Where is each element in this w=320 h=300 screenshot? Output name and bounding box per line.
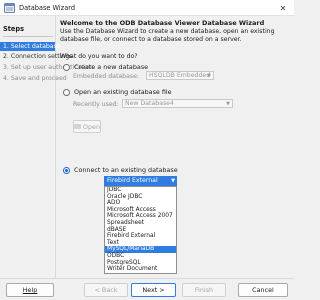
- back-button[interactable]: < Back: [84, 283, 128, 297]
- list-item[interactable]: Oracle JDBC: [105, 194, 176, 201]
- cancel-label: Cancel: [252, 286, 274, 294]
- list-item[interactable]: Writer Document: [105, 266, 176, 273]
- embedded-database-select[interactable]: HSQLDB Embedded ▼: [146, 71, 214, 80]
- radio-circle[interactable]: [63, 88, 70, 96]
- back-label: < Back: [94, 286, 118, 294]
- list-item[interactable]: Microsoft Access 2007: [105, 213, 176, 220]
- database-type-select[interactable]: Firebird External ▼: [104, 176, 177, 186]
- close-button[interactable]: ✕: [272, 0, 294, 16]
- database-type-dropdown-list: JDBC Oracle JDBC ADO Microsoft Access Mi…: [104, 186, 177, 274]
- help-button[interactable]: Help: [6, 283, 54, 297]
- recently-used-label: Recently used:: [73, 101, 119, 108]
- database-app-icon: [4, 3, 15, 13]
- list-item[interactable]: ODBC: [105, 253, 176, 260]
- list-item[interactable]: dBASE: [105, 227, 176, 234]
- close-icon: ✕: [279, 3, 287, 13]
- open-file-label: Open: [82, 122, 100, 131]
- list-item[interactable]: Spreadsheet: [105, 220, 176, 227]
- folder-icon: [74, 124, 81, 129]
- chevron-down-icon: ▼: [226, 101, 230, 107]
- finish-label: Finish: [194, 286, 214, 294]
- recently-used-value: New Database4: [125, 100, 174, 107]
- open-file-button[interactable]: Open: [73, 120, 101, 133]
- intro-text: Use the Database Wizard to create a new …: [60, 28, 275, 43]
- radio-open-existing[interactable]: Open an existing database file: [63, 88, 172, 96]
- list-item[interactable]: JDBC: [105, 187, 176, 194]
- button-bar: Help < Back Next > Finish Cancel: [0, 278, 294, 300]
- radio-connect-existing[interactable]: Connect to an existing database: [63, 166, 178, 174]
- chevron-down-icon: ▼: [207, 73, 211, 79]
- list-item[interactable]: ADO: [105, 200, 176, 207]
- list-item[interactable]: Firebird External: [105, 233, 176, 240]
- radio-create-new[interactable]: Create a new database: [63, 63, 148, 71]
- embedded-database-label: Embedded database:: [73, 73, 139, 80]
- question-label: What do you want to do?: [60, 53, 138, 60]
- help-label: Help: [22, 286, 38, 294]
- list-item[interactable]: Microsoft Access: [105, 207, 176, 214]
- radio-create-new-label: Create a new database: [74, 63, 149, 71]
- list-item[interactable]: PostgreSQL: [105, 260, 176, 267]
- list-item[interactable]: Text: [105, 240, 176, 247]
- radio-connect-existing-label: Connect to an existing database: [74, 166, 178, 174]
- embedded-database-value: HSQLDB Embedded: [149, 72, 211, 79]
- finish-button[interactable]: Finish: [182, 283, 226, 297]
- cancel-button[interactable]: Cancel: [238, 283, 288, 297]
- radio-open-existing-label: Open an existing database file: [74, 88, 172, 96]
- recently-used-select[interactable]: New Database4 ▼: [122, 99, 233, 108]
- steps-title: Steps: [3, 25, 25, 33]
- title-bar: Database Wizard ✕: [0, 0, 294, 16]
- next-label: Next >: [142, 286, 165, 294]
- radio-circle-selected[interactable]: [63, 166, 70, 174]
- database-type-value: Firebird External: [107, 177, 158, 184]
- steps-sidebar: Steps 1. Select database 2. Connection s…: [0, 16, 93, 278]
- wizard-content: Welcome to the ODB Database Viewer Datab…: [60, 16, 294, 278]
- window-title: Database Wizard: [19, 4, 76, 12]
- radio-circle[interactable]: [63, 63, 70, 71]
- step-select-database[interactable]: 1. Select database: [0, 42, 61, 51]
- page-title: Welcome to the ODB Database Viewer Datab…: [60, 19, 265, 27]
- next-button[interactable]: Next >: [131, 283, 176, 297]
- chevron-down-icon: ▼: [171, 178, 175, 184]
- steps-divider: [3, 36, 53, 37]
- list-item-highlighted[interactable]: MySQL/MariaDB: [105, 246, 176, 253]
- step-save-and-proceed: 4. Save and proceed: [3, 75, 67, 82]
